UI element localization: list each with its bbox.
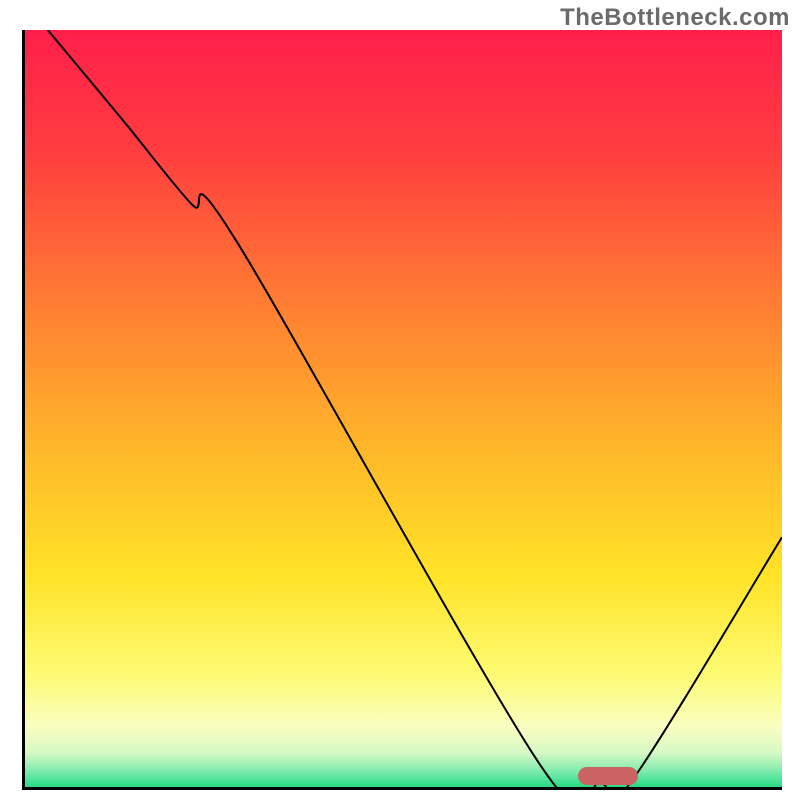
bottleneck-curve <box>48 30 782 787</box>
plot-area <box>22 30 782 790</box>
watermark-text: TheBottleneck.com <box>560 4 790 32</box>
optimal-marker <box>578 767 638 785</box>
curve-layer <box>25 30 782 787</box>
chart-frame: TheBottleneck.com <box>0 0 800 800</box>
